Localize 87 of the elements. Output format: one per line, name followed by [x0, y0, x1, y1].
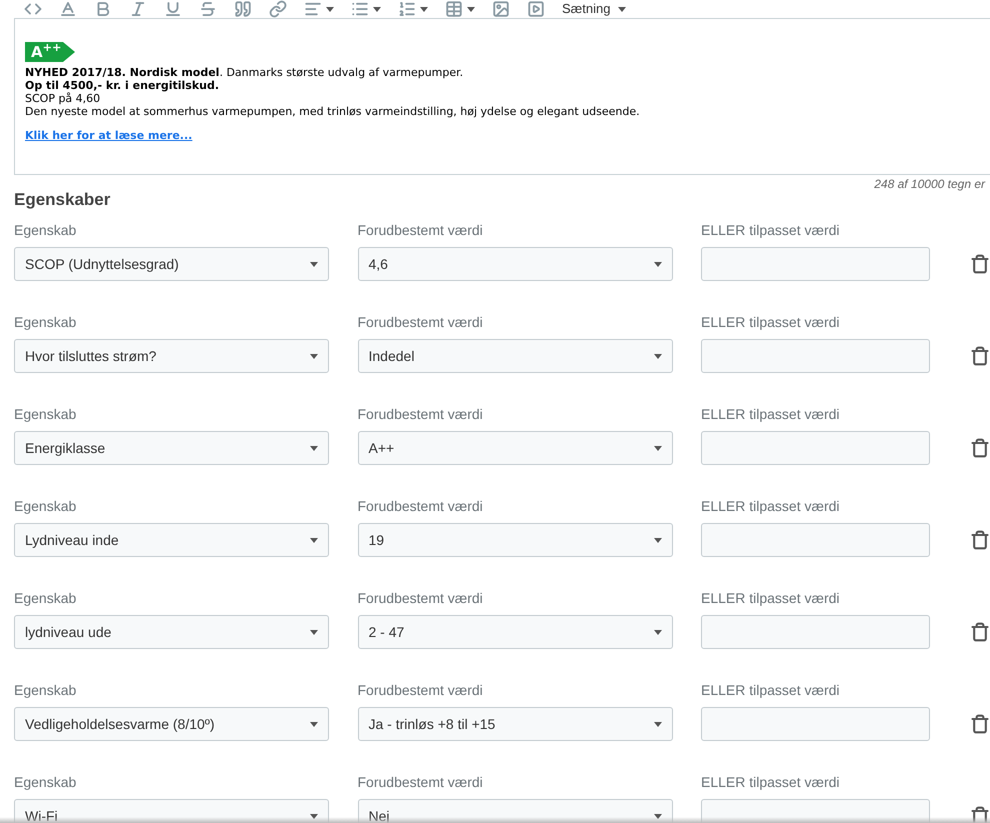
- underline-icon[interactable]: [164, 0, 182, 18]
- dropdown-field[interactable]: Hvor tilsluttes strøm?: [14, 339, 329, 373]
- description-text: NYHED 2017/18. Nordisk model. Danmarks største udvalg af varmepumper.: [25, 66, 464, 79]
- caret-icon: [654, 262, 662, 266]
- video-icon[interactable]: [527, 0, 545, 18]
- field-label: Egenskab: [14, 221, 78, 240]
- dropdown-field[interactable]: 2 - 47: [358, 615, 672, 649]
- caret-icon: [654, 354, 662, 358]
- strikethrough-icon[interactable]: [199, 0, 217, 18]
- dropdown-field[interactable]: Lydniveau inde: [14, 523, 329, 557]
- caret-icon: [654, 538, 662, 542]
- field-label: ELLER tilpasset værdi: [701, 773, 841, 792]
- quote-icon[interactable]: [234, 0, 252, 18]
- caret-icon: [310, 446, 318, 450]
- input-field[interactable]: [701, 523, 930, 557]
- field-label: Forudbestemt værdi: [358, 681, 484, 700]
- dropdown-field[interactable]: Energiklasse: [14, 431, 329, 465]
- input-field[interactable]: [701, 339, 930, 373]
- description-text: SCOP på 4,60: [25, 92, 102, 105]
- delete-icon[interactable]: [970, 254, 990, 274]
- field-label: Egenskab: [14, 497, 78, 516]
- caret-icon: [326, 6, 334, 12]
- caret-icon: [373, 6, 381, 12]
- numbered-list-icon[interactable]: [398, 0, 416, 18]
- link-icon[interactable]: [269, 0, 287, 18]
- dropdown-field[interactable]: SCOP (Udnyttelsesgrad): [14, 247, 329, 281]
- field-label: ELLER tilpasset værdi: [701, 221, 841, 240]
- field-label: Forudbestemt værdi: [358, 221, 484, 240]
- caret-icon: [310, 722, 318, 726]
- read-more-link[interactable]: Klik her for at læse mere...: [25, 129, 192, 142]
- section-title: Egenskaber: [14, 189, 112, 211]
- caret-icon: [310, 630, 318, 634]
- field-label: Egenskab: [14, 405, 78, 424]
- dropdown-field[interactable]: lydniveau ude: [14, 615, 329, 649]
- caret-icon: [310, 354, 318, 358]
- delete-icon[interactable]: [970, 530, 990, 550]
- field-label: Egenskab: [14, 773, 78, 792]
- field-label: Egenskab: [14, 681, 78, 700]
- delete-icon[interactable]: [970, 714, 990, 734]
- field-label: ELLER tilpasset værdi: [701, 313, 841, 332]
- caret-icon: [618, 6, 626, 12]
- dropdown-field[interactable]: Indedel: [358, 339, 672, 373]
- input-field[interactable]: [701, 615, 930, 649]
- bullet-list-icon[interactable]: [351, 0, 369, 18]
- caret-icon: [420, 6, 428, 12]
- dropdown-field[interactable]: Vedligeholdelsesvarme (8/10º): [14, 707, 329, 741]
- field-label: Egenskab: [14, 589, 78, 608]
- input-field[interactable]: [701, 431, 930, 465]
- field-label: ELLER tilpasset værdi: [701, 405, 841, 424]
- align-left-icon[interactable]: [304, 0, 322, 18]
- field-label: ELLER tilpasset værdi: [701, 589, 841, 608]
- input-field[interactable]: [701, 707, 930, 741]
- delete-icon[interactable]: [970, 622, 990, 642]
- dropdown-field[interactable]: 19: [358, 523, 672, 557]
- dropdown-field[interactable]: 4,6: [358, 247, 672, 281]
- caret-icon: [654, 446, 662, 450]
- description-text: Den nyeste model at sommerhus varmepumpen, med trinløs varmeindstilling, høj ydelse og elegant udseende.: [25, 105, 641, 118]
- character-counter: 248 af 10000 tegn er: [874, 177, 985, 191]
- text-editor[interactable]: [14, 18, 990, 175]
- italic-icon[interactable]: [129, 0, 147, 18]
- dropdown-field[interactable]: A++: [358, 431, 672, 465]
- field-label: Forudbestemt værdi: [358, 589, 484, 608]
- delete-icon[interactable]: [970, 806, 990, 823]
- field-label: ELLER tilpasset værdi: [701, 681, 841, 700]
- field-label: Egenskab: [14, 313, 78, 332]
- description-text: Op til 4500,- kr. i energitilskud.: [25, 79, 220, 92]
- field-label: Forudbestemt værdi: [358, 405, 484, 424]
- table-icon[interactable]: [445, 0, 463, 18]
- delete-icon[interactable]: [970, 438, 990, 458]
- field-label: Forudbestemt værdi: [358, 313, 484, 332]
- input-field[interactable]: [701, 247, 930, 281]
- caret-icon: [467, 6, 475, 12]
- input-field[interactable]: [701, 799, 930, 823]
- image-icon[interactable]: [492, 0, 510, 18]
- field-label: Forudbestemt værdi: [358, 773, 484, 792]
- caret-icon: [654, 630, 662, 634]
- caret-icon: [654, 722, 662, 726]
- text-color-icon[interactable]: [59, 0, 77, 18]
- format-dropdown[interactable]: Sætning: [562, 0, 626, 19]
- field-label: Forudbestemt værdi: [358, 497, 484, 516]
- caret-icon: [310, 538, 318, 542]
- caret-icon: [310, 262, 318, 266]
- field-label: ELLER tilpasset værdi: [701, 497, 841, 516]
- dropdown-field[interactable]: Ja - trinløs +8 til +15: [358, 707, 672, 741]
- dropdown-field[interactable]: Wi-Fi: [14, 799, 329, 823]
- energy-label-badge: A$^{++}$: [25, 42, 75, 62]
- delete-icon[interactable]: [970, 346, 990, 366]
